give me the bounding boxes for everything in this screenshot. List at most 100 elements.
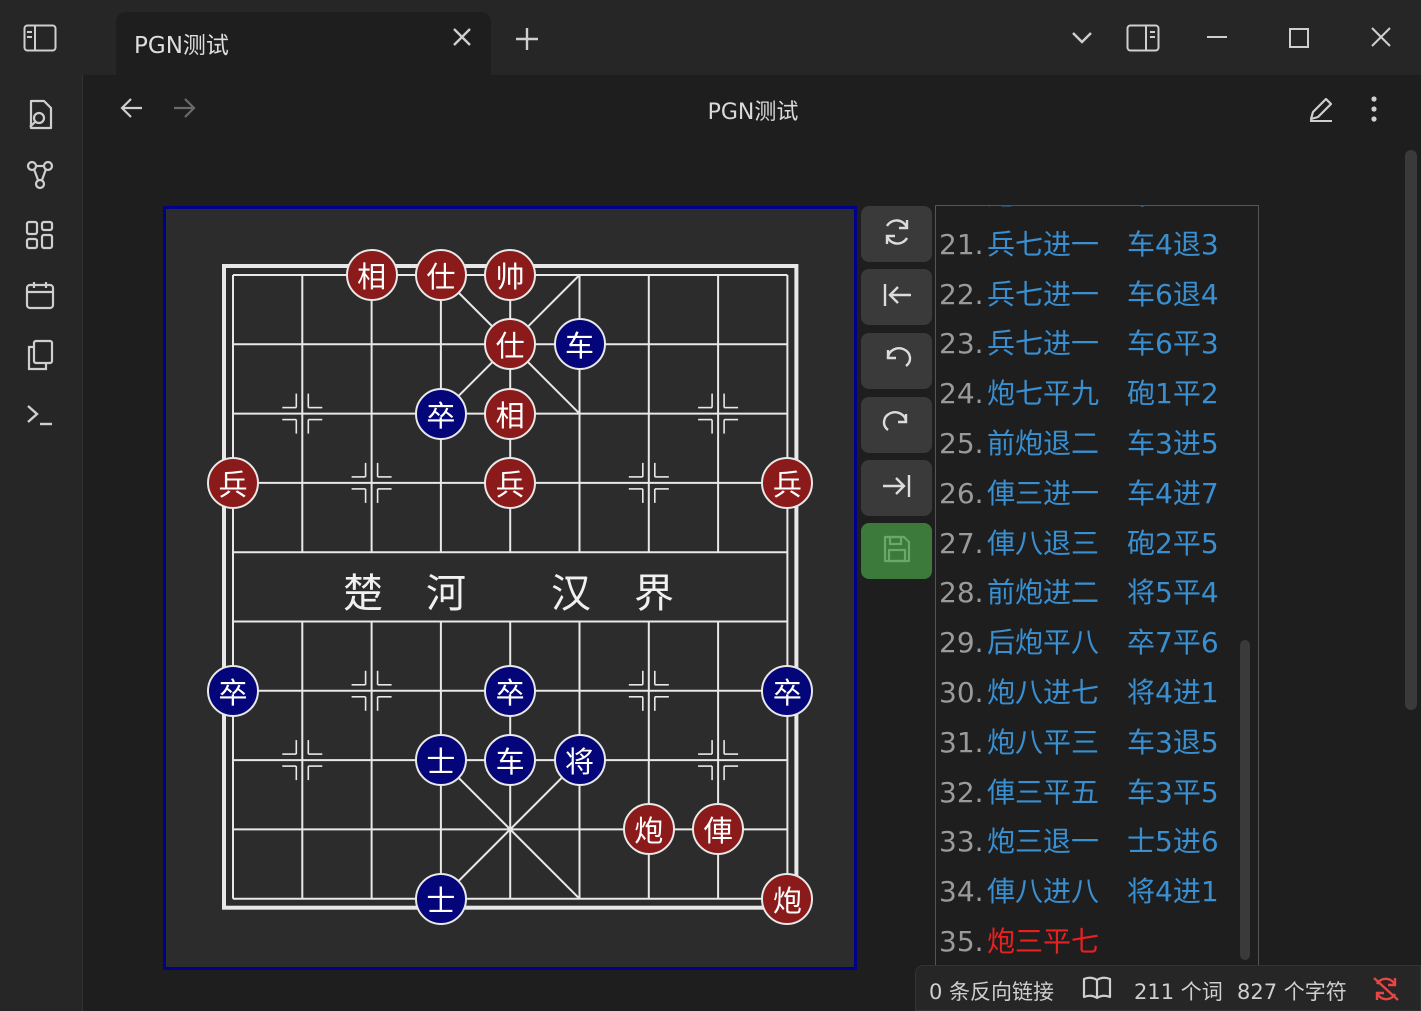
move-blue[interactable]: 砲1平2 xyxy=(1127,372,1219,412)
move-blue[interactable]: 砲2平5 xyxy=(1127,522,1219,562)
move-row: 30. 炮八进七 将4进1 xyxy=(939,671,1219,721)
red-piece[interactable]: 兵 xyxy=(484,456,537,509)
move-number: 32. xyxy=(939,775,984,809)
refresh-icon xyxy=(880,215,914,253)
sync-error-icon[interactable] xyxy=(1371,975,1401,1008)
red-piece[interactable]: 炮 xyxy=(622,803,675,856)
last-move-button[interactable] xyxy=(861,460,932,516)
red-piece[interactable]: 炮 xyxy=(761,872,814,925)
move-red[interactable]: 炮七进四 xyxy=(987,206,1127,213)
red-piece[interactable]: 相 xyxy=(484,387,537,440)
move-number: 33. xyxy=(939,825,984,859)
move-blue[interactable]: 将4进1 xyxy=(1127,870,1219,910)
move-blue[interactable]: 车4进7 xyxy=(1127,472,1219,512)
move-red[interactable]: 炮三平七 xyxy=(987,920,1127,960)
move-number: 25. xyxy=(939,427,984,460)
move-number: 30. xyxy=(939,676,984,709)
blue-piece[interactable]: 车 xyxy=(553,318,606,371)
move-red[interactable]: 炮七平九 xyxy=(987,372,1127,412)
river-label-chu: 楚 xyxy=(343,571,383,617)
blue-piece[interactable]: 卒 xyxy=(414,387,467,440)
move-number: 28. xyxy=(939,576,984,610)
blue-piece[interactable]: 卒 xyxy=(761,664,814,717)
move-row: 20.炮七进四车7进1 xyxy=(939,206,1219,223)
page-scrollbar[interactable] xyxy=(1405,150,1417,710)
move-red[interactable]: 兵七进一 xyxy=(987,322,1127,362)
skip-to-end-icon xyxy=(880,471,914,505)
red-piece[interactable]: 帅 xyxy=(484,249,537,301)
move-number: 22. xyxy=(939,277,984,311)
word-count: 211 个词 xyxy=(1134,980,1223,1004)
move-row: 25. 前炮退二 车3进5 xyxy=(939,422,1219,472)
river-label-han: 汉 xyxy=(551,571,591,617)
move-blue[interactable]: 车3平5 xyxy=(1127,771,1219,811)
move-row: 33. 炮三退一 士5进6 xyxy=(939,820,1219,870)
move-blue[interactable]: 车3进5 xyxy=(1127,422,1219,462)
save-button[interactable] xyxy=(861,523,932,579)
move-blue[interactable]: 车6退4 xyxy=(1127,273,1219,313)
undo-icon xyxy=(880,344,914,378)
move-number: 24. xyxy=(939,377,984,411)
move-number: 29. xyxy=(939,626,984,660)
move-row: 23. 兵七进一 车6平3 xyxy=(939,322,1219,372)
move-row: 22. 兵七进一 车6退4 xyxy=(939,273,1219,323)
move-blue[interactable]: 车6平3 xyxy=(1127,322,1219,362)
blue-piece[interactable]: 士 xyxy=(414,872,467,925)
move-row: 26. 俥三进一 车4进7 xyxy=(939,472,1219,522)
blue-piece[interactable]: 卒 xyxy=(484,664,537,717)
move-red[interactable]: 俥三进一 xyxy=(987,472,1127,512)
reading-mode-icon[interactable] xyxy=(1082,975,1112,1006)
blue-piece[interactable]: 士 xyxy=(414,734,467,787)
move-number: 35. xyxy=(939,925,984,958)
move-blue[interactable]: 车4退3 xyxy=(1127,223,1219,263)
move-number: 23. xyxy=(939,327,984,361)
move-red[interactable]: 兵七进一 xyxy=(987,223,1127,263)
move-number: 34. xyxy=(939,875,984,909)
move-blue[interactable]: 士5进6 xyxy=(1127,820,1219,860)
move-list[interactable]: 20.炮七进四车7进121.兵七进一车4退322.兵七进一车6退423.兵七进一… xyxy=(935,205,1259,967)
move-red[interactable]: 前炮进二 xyxy=(987,571,1127,611)
move-row: 32. 俥三平五 车3平5 xyxy=(939,771,1219,821)
blue-piece[interactable]: 将 xyxy=(553,734,606,787)
move-blue[interactable]: 卒7平6 xyxy=(1127,621,1219,661)
first-move-button[interactable] xyxy=(861,269,932,325)
move-number: 31. xyxy=(939,725,984,759)
save-icon xyxy=(882,534,912,568)
move-red[interactable]: 炮八平三 xyxy=(987,721,1127,761)
red-piece[interactable]: 相 xyxy=(345,249,398,301)
blue-piece[interactable]: 卒 xyxy=(207,664,259,717)
move-red[interactable]: 俥八进八 xyxy=(987,870,1127,910)
move-row: 27. 俥八退三 砲2平5 xyxy=(939,522,1219,572)
red-piece[interactable]: 仕 xyxy=(414,249,467,301)
backlinks-count[interactable]: 0 条反向链接 xyxy=(929,976,1054,1006)
move-list-scrollbar[interactable] xyxy=(1240,640,1250,960)
move-row: 29. 后炮平八 卒7平6 xyxy=(939,621,1219,671)
redo-button[interactable] xyxy=(861,397,932,453)
redo-icon xyxy=(880,408,914,442)
move-blue[interactable]: 车7进1 xyxy=(1127,206,1219,213)
move-red[interactable]: 炮八进七 xyxy=(987,671,1127,711)
move-red[interactable]: 俥三平五 xyxy=(987,771,1127,811)
move-blue[interactable]: 将5平4 xyxy=(1127,571,1219,611)
red-piece[interactable]: 兵 xyxy=(207,456,259,509)
blue-piece[interactable]: 车 xyxy=(484,734,537,787)
move-blue[interactable]: 车3退5 xyxy=(1127,721,1219,761)
move-blue[interactable]: 将4进1 xyxy=(1127,671,1219,711)
river: 楚 河 汉 界 xyxy=(233,553,786,621)
move-red[interactable]: 俥八退三 xyxy=(987,522,1127,562)
undo-button[interactable] xyxy=(861,333,932,389)
move-number: 27. xyxy=(939,526,984,560)
flip-board-button[interactable] xyxy=(861,206,932,262)
move-red[interactable]: 兵七进一 xyxy=(987,273,1127,313)
move-red[interactable]: 后炮平八 xyxy=(987,621,1127,661)
move-row: 21. 兵七进一 车4退3 xyxy=(939,223,1219,273)
river-label-jie: 界 xyxy=(634,571,674,617)
move-row: 28. 前炮进二 将5平4 xyxy=(939,571,1219,621)
red-piece[interactable]: 兵 xyxy=(761,456,814,509)
move-red[interactable]: 前炮退二 xyxy=(987,422,1127,462)
status-bar: 0 条反向链接 211 个词 827 个字符 xyxy=(915,965,1421,1011)
move-number: 21. xyxy=(939,227,984,261)
skip-to-start-icon xyxy=(880,280,914,314)
move-row: 34. 俥八进八 将4进1 xyxy=(939,870,1219,920)
move-red[interactable]: 炮三退一 xyxy=(987,820,1127,860)
